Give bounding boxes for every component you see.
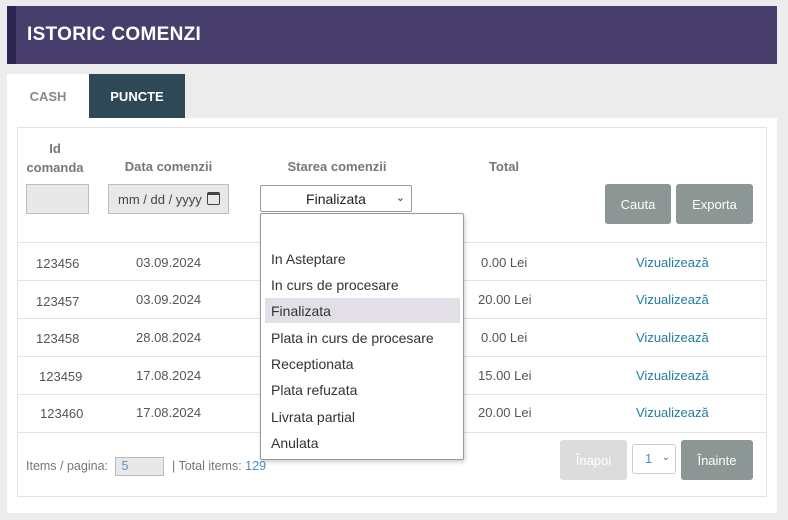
page-title: ISTORIC COMENZI: [27, 24, 202, 45]
row-id: 123457: [36, 294, 80, 309]
row-total: 15.00 Lei: [478, 368, 532, 383]
chevron-down-icon: ⌄: [395, 192, 405, 204]
view-link[interactable]: Vizualizează: [636, 255, 709, 270]
prev-page-button[interactable]: Înapoi: [560, 440, 627, 480]
status-selected-value: Finalizata: [306, 191, 366, 207]
row-id: 123456: [36, 256, 80, 271]
column-header-status: Starea comenzii: [287, 159, 387, 174]
status-dropdown-list: In Asteptare In curs de procesare Finali…: [260, 213, 464, 460]
status-option-selected[interactable]: Finalizata: [265, 298, 460, 323]
row-total: 20.00 Lei: [478, 292, 532, 307]
row-total: 0.00 Lei: [481, 330, 528, 345]
status-option[interactable]: Plata refuzata: [265, 377, 460, 402]
row-total: 0.00 Lei: [481, 255, 528, 270]
view-link[interactable]: Vizualizează: [636, 330, 709, 345]
row-id: 123460: [40, 406, 84, 421]
status-option[interactable]: In curs de procesare: [265, 272, 460, 297]
items-per-page-input[interactable]: 5: [115, 457, 165, 476]
status-option[interactable]: Plata in curs de procesare: [265, 325, 460, 350]
view-link[interactable]: Vizualizează: [636, 292, 709, 307]
next-page-button[interactable]: Înainte: [681, 440, 753, 480]
search-button[interactable]: Cauta: [605, 184, 671, 224]
items-per-page-label: Items / pagina:: [26, 458, 108, 473]
tab-cash[interactable]: CASH: [7, 74, 89, 118]
view-link[interactable]: Vizualizează: [636, 368, 709, 383]
status-option[interactable]: In Asteptare: [265, 246, 460, 271]
pagination-info: Items / pagina: 5 | Total items: 129: [26, 457, 266, 476]
view-link[interactable]: Vizualizează: [636, 405, 709, 420]
header-accent: [7, 6, 16, 64]
status-filter-select[interactable]: Finalizata ⌄: [260, 185, 412, 212]
date-filter-input[interactable]: mm / dd / yyyy: [108, 184, 229, 214]
row-date: 03.09.2024: [136, 292, 202, 307]
column-header-date: Data comenzii: [124, 159, 213, 174]
current-page: 1: [645, 451, 653, 466]
column-header-id: Id comanda: [26, 141, 84, 175]
chevron-down-icon: ⌄: [661, 452, 670, 463]
status-option-empty[interactable]: [265, 218, 460, 243]
row-date: 28.08.2024: [136, 330, 202, 345]
row-id: 123459: [39, 369, 83, 384]
export-button[interactable]: Exporta: [676, 184, 753, 224]
date-placeholder: mm / dd / yyyy: [118, 192, 202, 207]
status-option[interactable]: Receptionata: [265, 351, 460, 376]
status-option[interactable]: Livrata partial: [265, 404, 460, 429]
id-filter-input[interactable]: [26, 184, 89, 214]
row-date: 03.09.2024: [136, 255, 202, 270]
row-date: 17.08.2024: [136, 368, 202, 383]
row-id: 123458: [36, 331, 80, 346]
page-select[interactable]: 1 ⌄: [632, 444, 676, 474]
status-option[interactable]: Anulata: [265, 430, 460, 455]
tab-puncte[interactable]: PUNCTE: [89, 74, 185, 118]
column-header-total: Total: [488, 159, 520, 174]
row-total: 20.00 Lei: [478, 405, 532, 420]
row-date: 17.08.2024: [136, 405, 202, 420]
page-header: ISTORIC COMENZI: [7, 6, 777, 64]
calendar-icon[interactable]: [207, 192, 220, 205]
total-items-label: | Total items:: [171, 458, 242, 473]
total-items-count: 129: [245, 458, 267, 473]
